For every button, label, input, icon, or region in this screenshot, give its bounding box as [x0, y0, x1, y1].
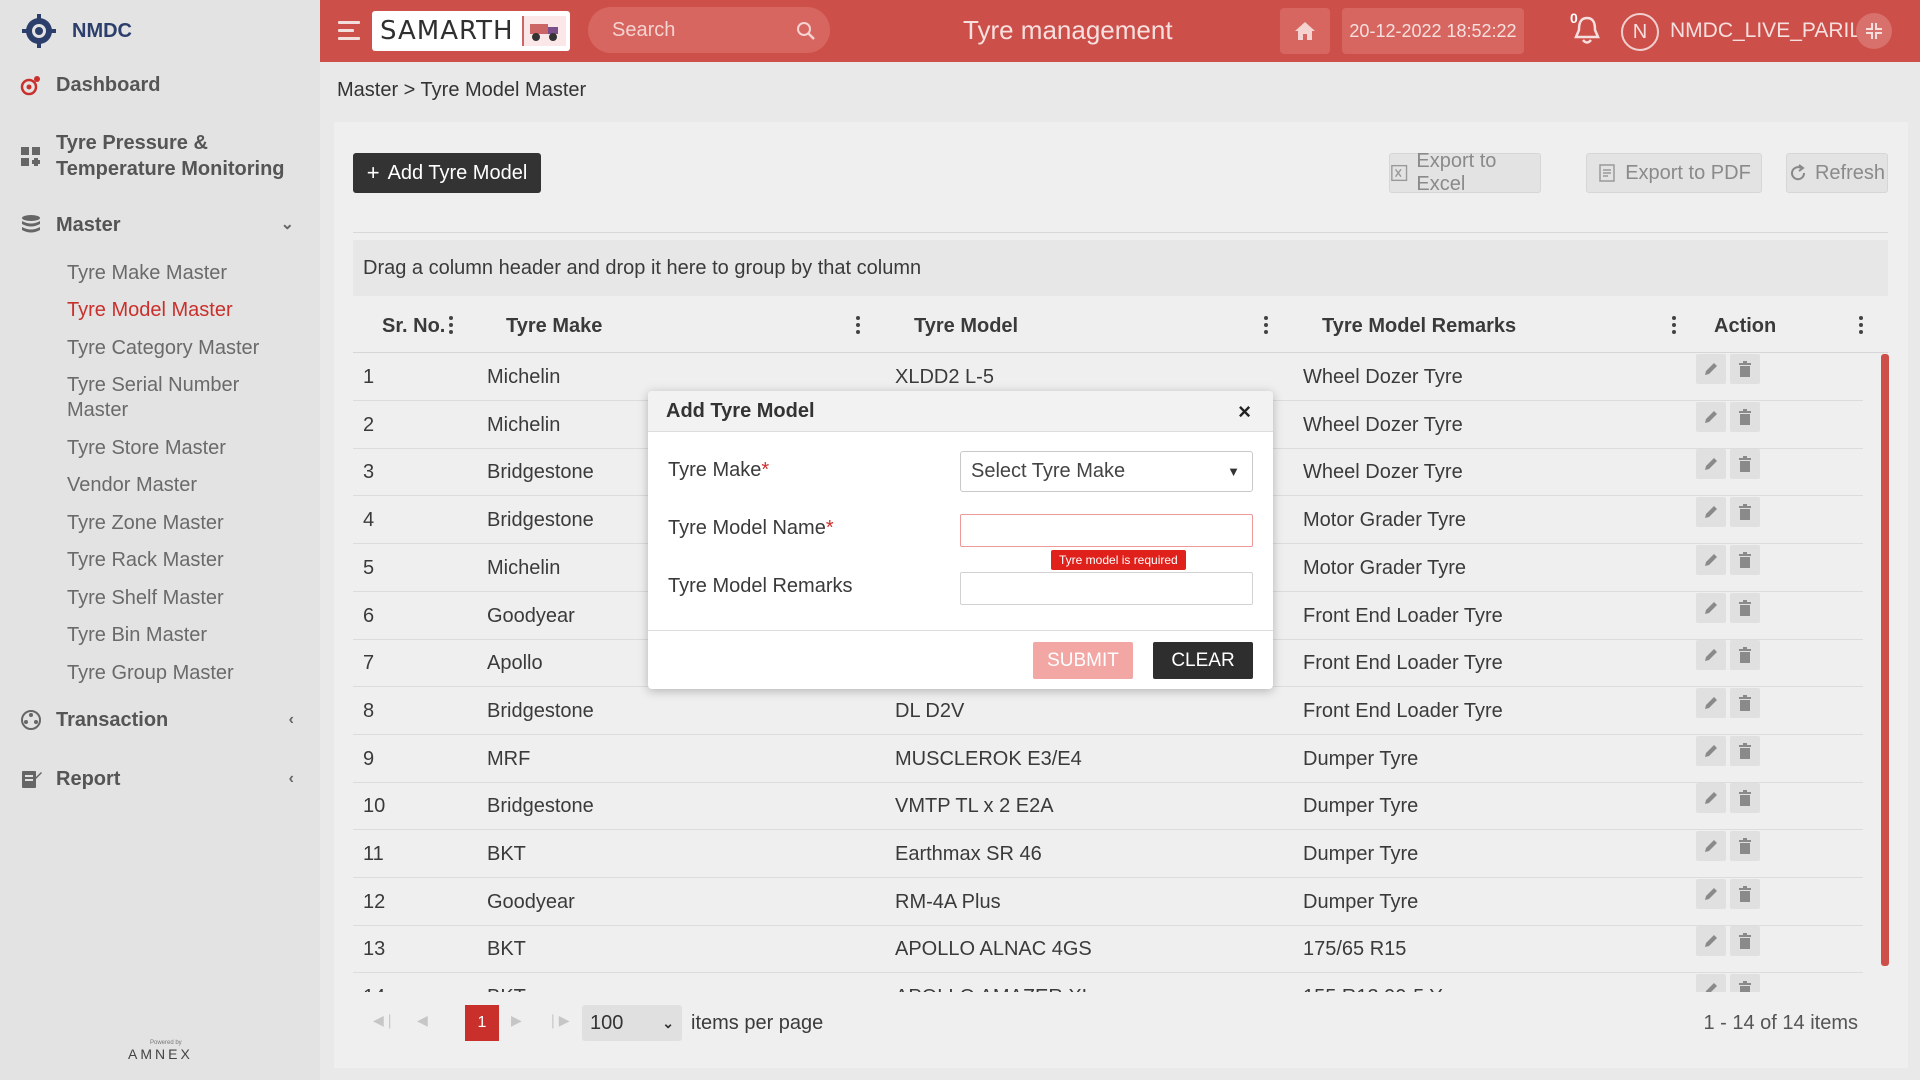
field-label-text: Tyre Model Name: [668, 517, 826, 539]
clear-button[interactable]: CLEAR: [1153, 642, 1253, 679]
tyre-make-value: Select Tyre Make: [971, 460, 1126, 482]
close-icon[interactable]: ×: [1238, 399, 1251, 425]
tyre-model-name-label: Tyre Model Name*: [668, 517, 834, 540]
dialog-footer-divider: [648, 630, 1273, 631]
dropdown-arrow-icon: ▼: [1227, 464, 1240, 479]
required-mark: *: [825, 517, 834, 539]
dialog-title: Add Tyre Model: [666, 400, 815, 422]
field-label-text: Tyre Make: [668, 459, 762, 481]
add-tyre-model-dialog: Add Tyre Model × Tyre Make* Select Tyre …: [648, 391, 1273, 689]
tyre-make-label: Tyre Make*: [668, 459, 769, 482]
validation-error: Tyre model is required: [1051, 550, 1186, 570]
tyre-model-remarks-input[interactable]: [960, 572, 1253, 605]
submit-button[interactable]: SUBMIT: [1033, 642, 1133, 679]
tyre-model-name-input[interactable]: [960, 514, 1253, 547]
tyre-model-remarks-label: Tyre Model Remarks: [668, 575, 853, 597]
dialog-header: Add Tyre Model ×: [648, 391, 1273, 432]
tyre-make-select[interactable]: Select Tyre Make ▼: [960, 451, 1253, 492]
required-mark: *: [761, 459, 770, 481]
